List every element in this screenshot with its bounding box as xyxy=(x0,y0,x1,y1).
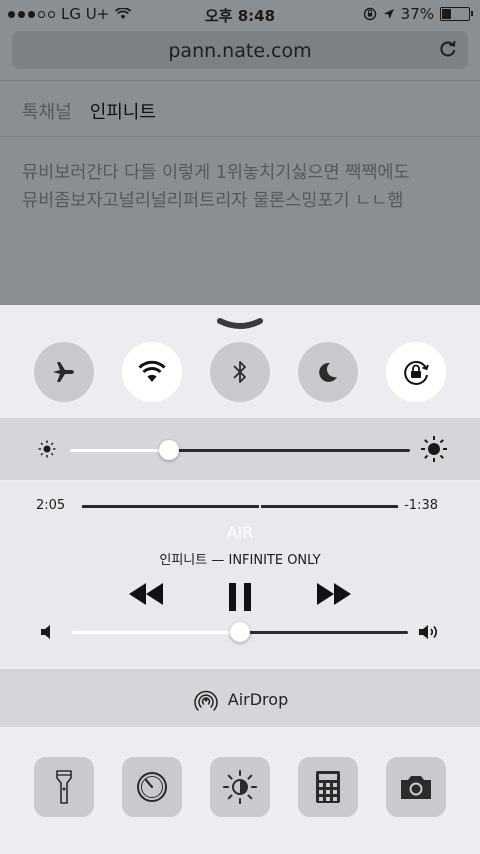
article-text: 뮤비보러간다 다들 이렇게 1위놓치기싫으면 짹짹에도 뮤비좀보자고널리널리퍼트… xyxy=(22,159,467,215)
remaining-time: -1:38 xyxy=(404,498,438,513)
flashlight-icon xyxy=(56,770,72,804)
moon-icon xyxy=(319,362,337,382)
shortcut-row xyxy=(0,755,480,817)
volume-track-empty xyxy=(240,631,408,634)
pause-icon xyxy=(229,583,251,611)
address-bar[interactable]: pann.nate.com xyxy=(12,31,468,69)
battery-percent: 37% xyxy=(400,5,434,23)
bluetooth-icon xyxy=(233,361,246,383)
control-center: 2:05 -1:38 AIR 인피니트 — INFINITE ONLY AirD… xyxy=(0,305,480,854)
volume-slider[interactable] xyxy=(72,620,408,644)
dismiss-handle-icon[interactable] xyxy=(217,317,263,331)
now-playing: 2:05 -1:38 AIR 인피니트 — INFINITE ONLY xyxy=(0,483,480,666)
playback-position[interactable] xyxy=(259,502,261,511)
brightness-knob[interactable] xyxy=(159,440,179,460)
airdrop-label: AirDrop xyxy=(227,689,289,709)
camera-button[interactable] xyxy=(386,757,446,817)
url-text: pann.nate.com xyxy=(168,40,312,62)
rewind-icon xyxy=(129,583,163,605)
toggle-row xyxy=(0,340,480,410)
brightness-track-empty xyxy=(169,449,410,452)
airplane-icon xyxy=(53,362,74,382)
wifi-icon xyxy=(138,360,166,382)
airplane-mode-toggle[interactable] xyxy=(34,342,94,402)
night-shift-button[interactable] xyxy=(210,757,270,817)
airdrop-icon xyxy=(194,690,218,711)
reload-icon[interactable] xyxy=(438,39,458,59)
brightness-high-icon xyxy=(421,436,447,462)
song-title: AIR xyxy=(226,523,254,542)
calculator-icon xyxy=(316,771,340,803)
bluetooth-toggle[interactable] xyxy=(210,342,270,402)
rotation-lock-status-icon xyxy=(363,7,376,21)
rotation-lock-icon xyxy=(404,361,429,385)
status-bar: LG U+ 오후 8:48 37% xyxy=(0,0,480,28)
browser-page: LG U+ 오후 8:48 37% pann.nate.com 톡채널 인피니트… xyxy=(0,0,480,305)
elapsed-time: 2:05 xyxy=(36,498,66,513)
volume-high-icon xyxy=(419,625,438,639)
fast-forward-icon xyxy=(317,583,351,605)
location-arrow-icon xyxy=(383,9,394,19)
camera-icon xyxy=(401,776,431,799)
divider xyxy=(0,80,480,81)
tab-talk-channel[interactable]: 톡채널 xyxy=(22,98,72,124)
artist-album: 인피니트 — INFINITE ONLY xyxy=(159,553,321,568)
wifi-toggle[interactable] xyxy=(122,342,182,402)
airdrop-row: AirDrop xyxy=(0,685,480,713)
brightness-control xyxy=(0,418,480,480)
brightness-low-icon xyxy=(38,440,56,458)
timer-icon xyxy=(137,772,167,802)
battery-icon xyxy=(440,7,473,21)
rotation-lock-toggle[interactable] xyxy=(386,342,446,402)
volume-low-icon xyxy=(41,625,50,639)
transport-controls xyxy=(0,581,480,621)
divider xyxy=(0,136,480,137)
flashlight-button[interactable] xyxy=(34,757,94,817)
article-line: 뮤비보러간다 다들 이렇게 1위놓치기싫으면 짹짹에도 xyxy=(22,163,410,183)
brightness-slider[interactable] xyxy=(70,438,410,462)
timer-button[interactable] xyxy=(122,757,182,817)
airdrop-button[interactable]: AirDrop xyxy=(0,669,480,727)
tab-infinite[interactable]: 인피니트 xyxy=(90,98,156,124)
playback-scrubber[interactable] xyxy=(82,505,398,508)
fast-forward-button[interactable] xyxy=(314,581,354,607)
do-not-disturb-toggle[interactable] xyxy=(298,342,358,402)
channel-tabs: 톡채널 인피니트 xyxy=(22,98,156,124)
night-shift-icon xyxy=(223,770,257,804)
volume-knob[interactable] xyxy=(230,622,250,642)
calculator-button[interactable] xyxy=(298,757,358,817)
pause-button[interactable] xyxy=(226,581,254,613)
brightness-track-filled xyxy=(70,449,169,452)
article-line: 뮤비좀보자고널리널리퍼트리자 물론스밍포기 ㄴㄴ햄 xyxy=(22,191,404,211)
volume-track-filled xyxy=(72,631,240,634)
rewind-button[interactable] xyxy=(126,581,166,607)
status-right-group: 37% xyxy=(363,5,473,23)
